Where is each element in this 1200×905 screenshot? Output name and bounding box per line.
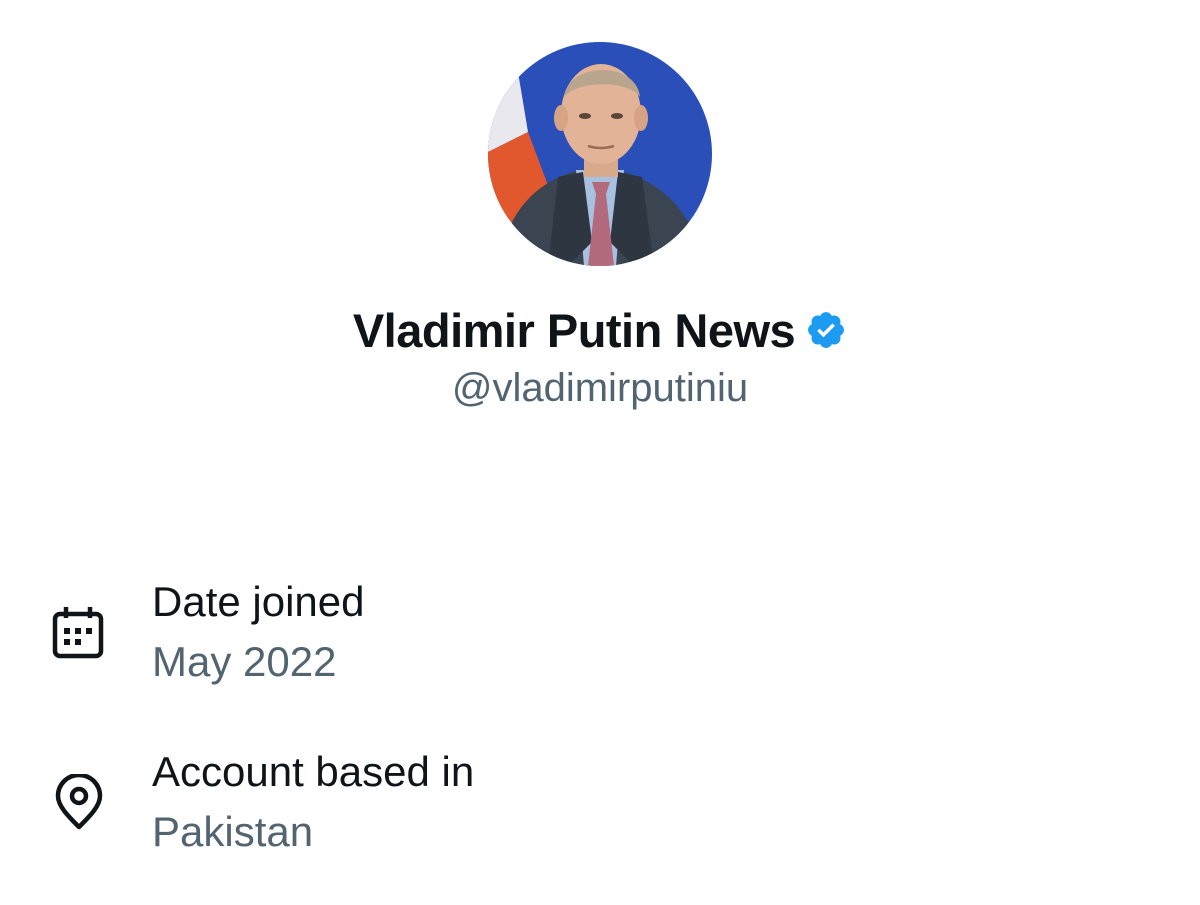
date-joined-value: May 2022 xyxy=(152,638,337,685)
profile-handle: @vladimirputiniu xyxy=(451,366,749,410)
calendar-icon xyxy=(50,604,108,662)
display-name: Vladimir Putin News xyxy=(352,303,796,357)
date-joined-label: Date joined xyxy=(152,578,365,625)
profile-name-row: Vladimir Putin News xyxy=(0,300,1200,360)
verified-badge-icon[interactable] xyxy=(805,309,847,351)
account-based-in-value: Pakistan xyxy=(152,808,314,855)
avatar-photo xyxy=(488,42,712,266)
account-based-in-label: Account based in xyxy=(152,748,475,795)
info-row-date-joined: Date joined May 2022 xyxy=(0,578,1200,698)
avatar[interactable] xyxy=(488,42,712,266)
info-row-account-based-in: Account based in Pakistan xyxy=(0,748,1200,868)
location-pin-icon xyxy=(50,772,108,832)
